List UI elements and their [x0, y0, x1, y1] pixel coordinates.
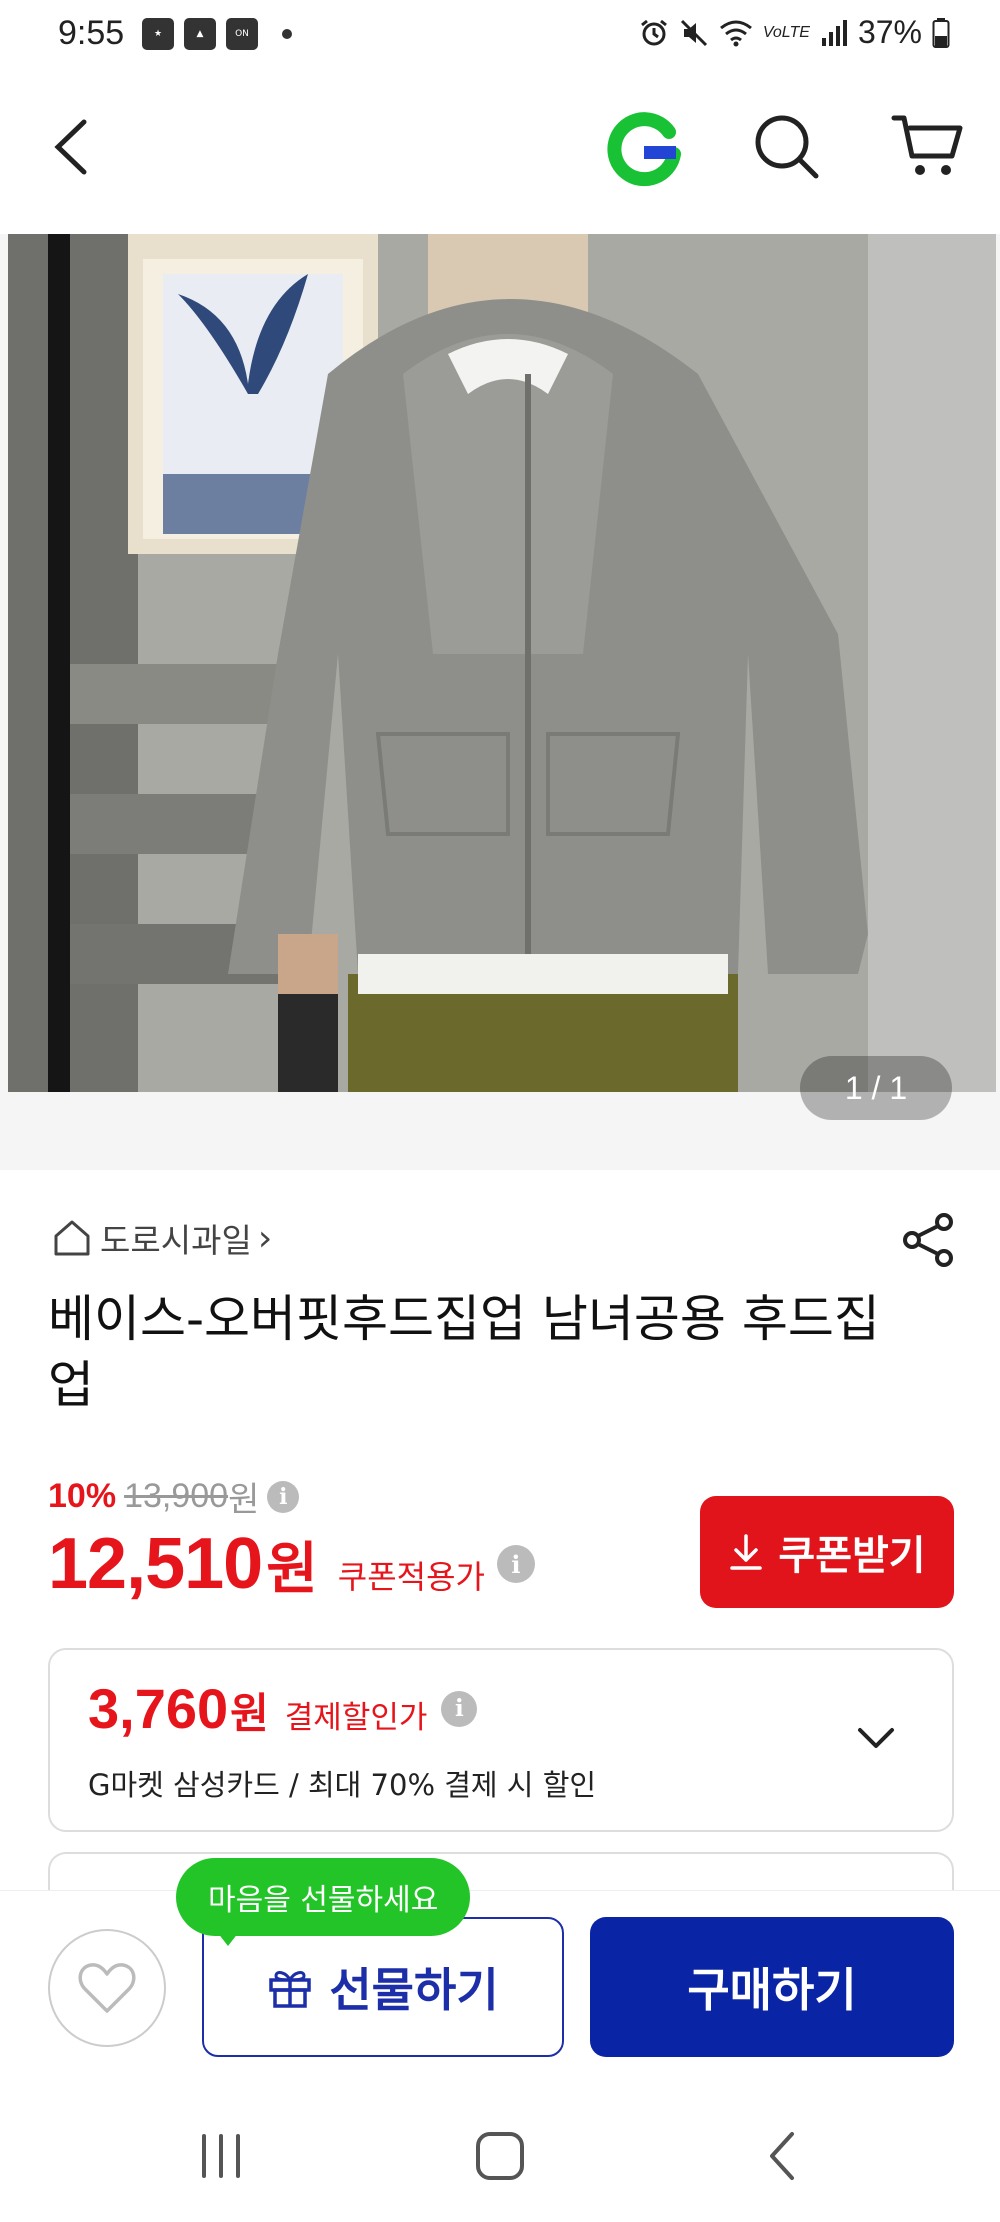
original-price: 13,900: [124, 1477, 229, 1515]
notification-icons: ★ ▲ ON: [142, 18, 292, 50]
share-icon[interactable]: [898, 1210, 958, 1270]
coupon-button-label: 쿠폰받기: [778, 1533, 926, 1579]
signal-icon: [821, 19, 847, 46]
more-notifications-icon: [282, 29, 292, 39]
alarm-icon: [640, 19, 667, 45]
system-nav-bar: [0, 2100, 1000, 2222]
home-nav-icon[interactable]: [472, 2126, 528, 2186]
store-link[interactable]: 도로시과일 ›: [50, 1210, 272, 1266]
gift-tooltip-tail: [214, 1928, 242, 1946]
status-indicators: VoLTE 37%: [639, 14, 950, 51]
gmarket-logo[interactable]: [606, 110, 684, 188]
gift-button-label: 선물하기: [329, 1963, 499, 2017]
heart-icon: [78, 1963, 136, 2013]
back-nav-icon[interactable]: [762, 2126, 802, 2186]
cart-icon[interactable]: [890, 108, 966, 184]
chevron-right-icon: ›: [257, 1217, 273, 1259]
lotte-on-notification-icon: ON: [226, 18, 258, 50]
chevron-down-icon[interactable]: [852, 1714, 900, 1762]
gallery-notification-icon: ▲: [184, 18, 216, 50]
price-block: 10% 13,900 원 i 12,510 원 쿠폰적용가 i: [48, 1472, 535, 1605]
info-icon[interactable]: i: [267, 1480, 300, 1513]
status-time: 9:55: [58, 14, 125, 52]
recent-apps-icon[interactable]: [196, 2126, 246, 2186]
info-icon[interactable]: i: [441, 1690, 478, 1727]
product-gallery[interactable]: 1 / 1: [0, 234, 1000, 1170]
coupon-price-label: 쿠폰적용가: [337, 1558, 485, 1596]
card-discount-label: 결제할인가: [284, 1700, 428, 1736]
sale-price: 12,510: [48, 1524, 263, 1604]
wishlist-button[interactable]: [48, 1929, 166, 2047]
info-icon[interactable]: i: [496, 1545, 535, 1583]
gift-tooltip-bubble: 마음을 선물하세요: [176, 1858, 471, 1936]
sale-price-unit: 원: [266, 1537, 318, 1602]
card-discount-panel[interactable]: 3,760 원 결제할인가 i G마켓 삼성카드 / 최대 70% 결제 시 할…: [48, 1648, 954, 1832]
product-image[interactable]: [8, 234, 996, 1092]
store-name: 도로시과일: [100, 1221, 252, 1260]
mute-icon: [680, 19, 707, 46]
card-discount-price: 3,760: [88, 1677, 229, 1740]
home-icon: [54, 1220, 90, 1256]
top-nav: [0, 90, 1000, 200]
status-bar: 9:55 ★ ▲ ON VoLTE 37%: [0, 0, 1000, 76]
download-icon: [730, 1534, 763, 1570]
card-discount-unit: 원: [230, 1689, 269, 1738]
card-discount-price-row: 3,760 원 결제할인가 i: [88, 1676, 478, 1741]
back-icon[interactable]: [44, 112, 104, 182]
app-notification-icon: ★: [142, 18, 174, 50]
discount-rate: 10%: [48, 1477, 117, 1515]
discount-row: 10% 13,900 원 i: [48, 1472, 535, 1521]
battery-percent: 37%: [857, 14, 922, 50]
volte-indicator: VoLTE: [762, 23, 810, 41]
sale-price-row: 12,510 원 쿠폰적용가 i: [48, 1523, 535, 1605]
buy-button[interactable]: 구매하기: [590, 1917, 954, 2057]
wifi-icon: [719, 20, 752, 46]
battery-icon: [932, 17, 950, 48]
product-title: 베이스-오버핏후드집업 남녀공용 후드집업: [48, 1290, 880, 1414]
original-price-unit: 원: [228, 1481, 260, 1519]
buy-button-label: 구매하기: [687, 1963, 857, 2017]
coupon-download-button[interactable]: 쿠폰받기: [700, 1496, 954, 1608]
image-counter: 1 / 1: [800, 1056, 952, 1120]
bottom-action-bar: 선물하기 구매하기: [0, 1890, 1000, 2080]
card-discount-description: G마켓 삼성카드 / 최대 70% 결제 시 할인: [88, 1768, 597, 1802]
gift-icon: [269, 1971, 312, 2008]
gift-button[interactable]: 선물하기: [202, 1917, 564, 2057]
search-icon[interactable]: [752, 112, 822, 182]
